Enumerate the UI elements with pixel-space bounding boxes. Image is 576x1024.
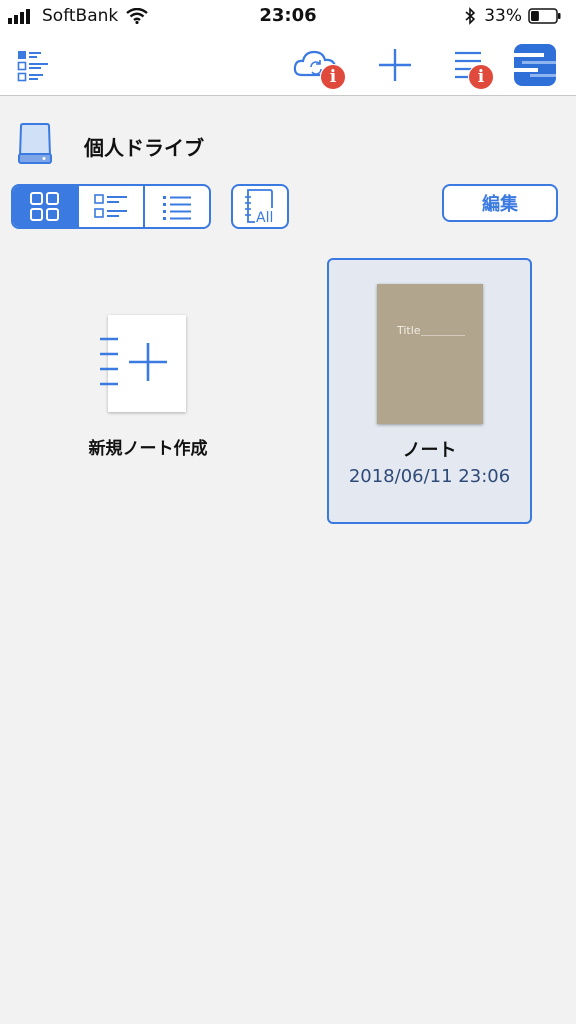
bluetooth-icon xyxy=(465,7,476,25)
note-name: ノート xyxy=(402,440,457,461)
list-view-button[interactable] xyxy=(145,186,209,227)
view-toolbar: All 編集 xyxy=(0,184,576,230)
edit-button[interactable]: 編集 xyxy=(442,184,558,222)
cloud-sync-button[interactable]: i xyxy=(286,42,348,90)
new-note-label: 新規ノート作成 xyxy=(88,439,208,459)
sync-badge: i xyxy=(320,64,346,90)
note-cover-line xyxy=(421,335,465,336)
all-label: All xyxy=(256,210,273,226)
grid-view-icon xyxy=(30,191,59,221)
note-cover: Title xyxy=(377,284,483,424)
new-note-plus-icon xyxy=(100,337,167,386)
sidebar-menu-button[interactable] xyxy=(10,42,56,88)
list-view-icon xyxy=(163,195,191,220)
plus-icon xyxy=(379,49,411,81)
sidebar-menu-icon xyxy=(17,51,48,82)
drive-header: 個人ドライブ xyxy=(0,118,576,174)
list-badge: i xyxy=(468,64,494,90)
show-all-notes-button[interactable]: All xyxy=(231,184,289,229)
app-logo-icon xyxy=(514,44,556,86)
notification-list-button[interactable]: i xyxy=(446,42,494,90)
note-card[interactable]: Title ノート 2018/06/11 23:06 xyxy=(327,258,532,524)
notebook-all-icon: All xyxy=(245,188,280,226)
status-bar: SoftBank 23:06 33% xyxy=(0,0,576,34)
grid-view-button[interactable] xyxy=(13,186,79,227)
battery-percent: 33% xyxy=(484,6,522,26)
status-right: 33% xyxy=(464,6,562,26)
drive-icon xyxy=(18,123,52,164)
add-button[interactable] xyxy=(372,42,418,88)
view-mode-segmented-control xyxy=(11,184,211,229)
drive-title: 個人ドライブ xyxy=(84,136,204,160)
battery-icon xyxy=(528,8,561,24)
new-note-item[interactable]: 新規ノート作成 xyxy=(48,258,248,522)
detail-list-view-button[interactable] xyxy=(79,186,145,227)
note-cover-title: Title xyxy=(397,324,421,337)
note-date: 2018/06/11 23:06 xyxy=(348,466,511,487)
new-note-page xyxy=(100,315,186,412)
detail-list-view-icon xyxy=(94,193,127,218)
app-logo-button[interactable] xyxy=(512,42,558,88)
nav-bar: i i xyxy=(0,34,576,96)
